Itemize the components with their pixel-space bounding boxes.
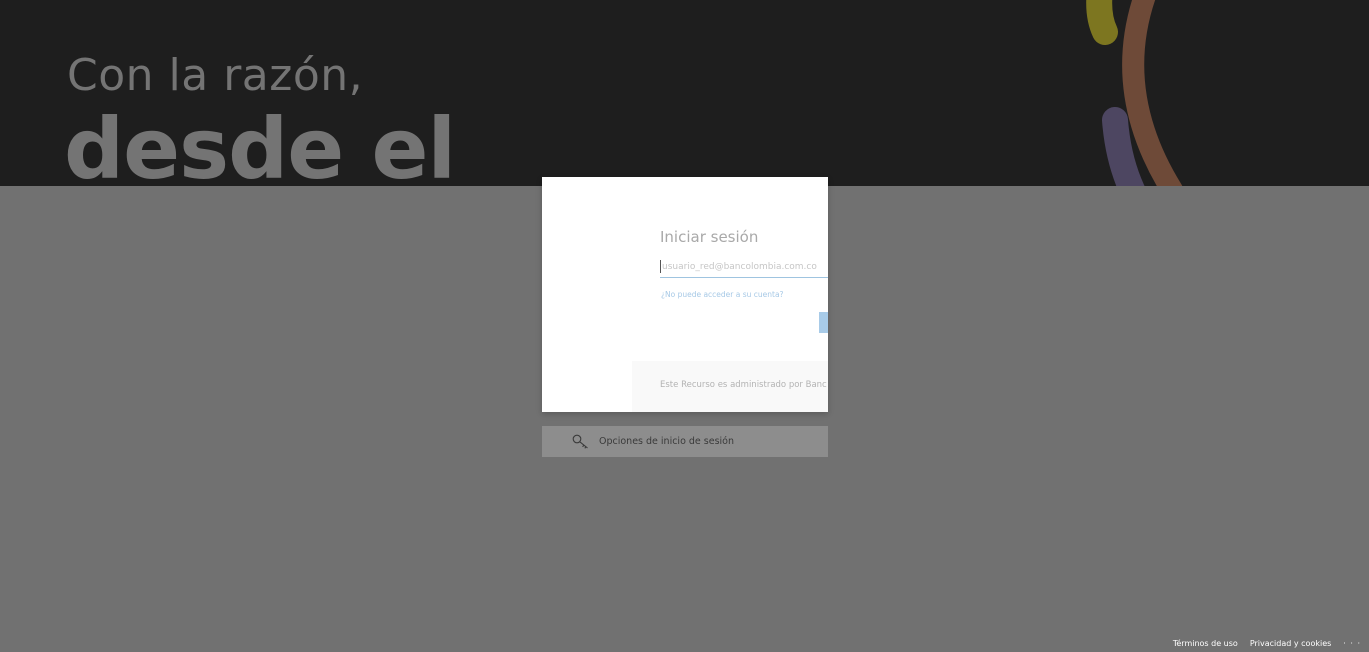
- brown-arc: [1122, 0, 1183, 186]
- email-field[interactable]: [660, 257, 828, 278]
- admin-footer: Este Recurso es administrado por Banc: [632, 361, 828, 412]
- cant-access-account-link[interactable]: ¿No puede acceder a su cuenta?: [661, 290, 784, 299]
- hero-headline-line2: desde el: [64, 100, 456, 186]
- sign-in-page: Con la razón, desde el Iniciar sesión ¿N…: [0, 0, 1369, 652]
- terms-of-use-link[interactable]: Términos de uso: [1173, 639, 1238, 648]
- admin-text: Este Recurso es administrado por Banc: [660, 380, 827, 390]
- login-title: Iniciar sesión: [660, 228, 759, 246]
- signin-options-label: Opciones de inicio de sesión: [599, 436, 735, 447]
- key-icon: [572, 434, 588, 449]
- privacy-cookies-link[interactable]: Privacidad y cookies: [1250, 639, 1331, 648]
- hero-headline-line1: Con la razón,: [67, 50, 364, 101]
- purple-arc: [1102, 107, 1145, 186]
- hero-banner: Con la razón, desde el: [0, 0, 1369, 186]
- login-card: Iniciar sesión ¿No puede acceder a su cu…: [542, 177, 828, 412]
- text-caret: [660, 260, 661, 273]
- footer-links: Términos de uso Privacidad y cookies · ·…: [1161, 637, 1361, 649]
- signin-options-button[interactable]: Opciones de inicio de sesión: [542, 426, 828, 457]
- next-button[interactable]: [819, 312, 828, 333]
- olive-arc: [1086, 0, 1118, 45]
- more-options-icon[interactable]: · · ·: [1343, 639, 1361, 648]
